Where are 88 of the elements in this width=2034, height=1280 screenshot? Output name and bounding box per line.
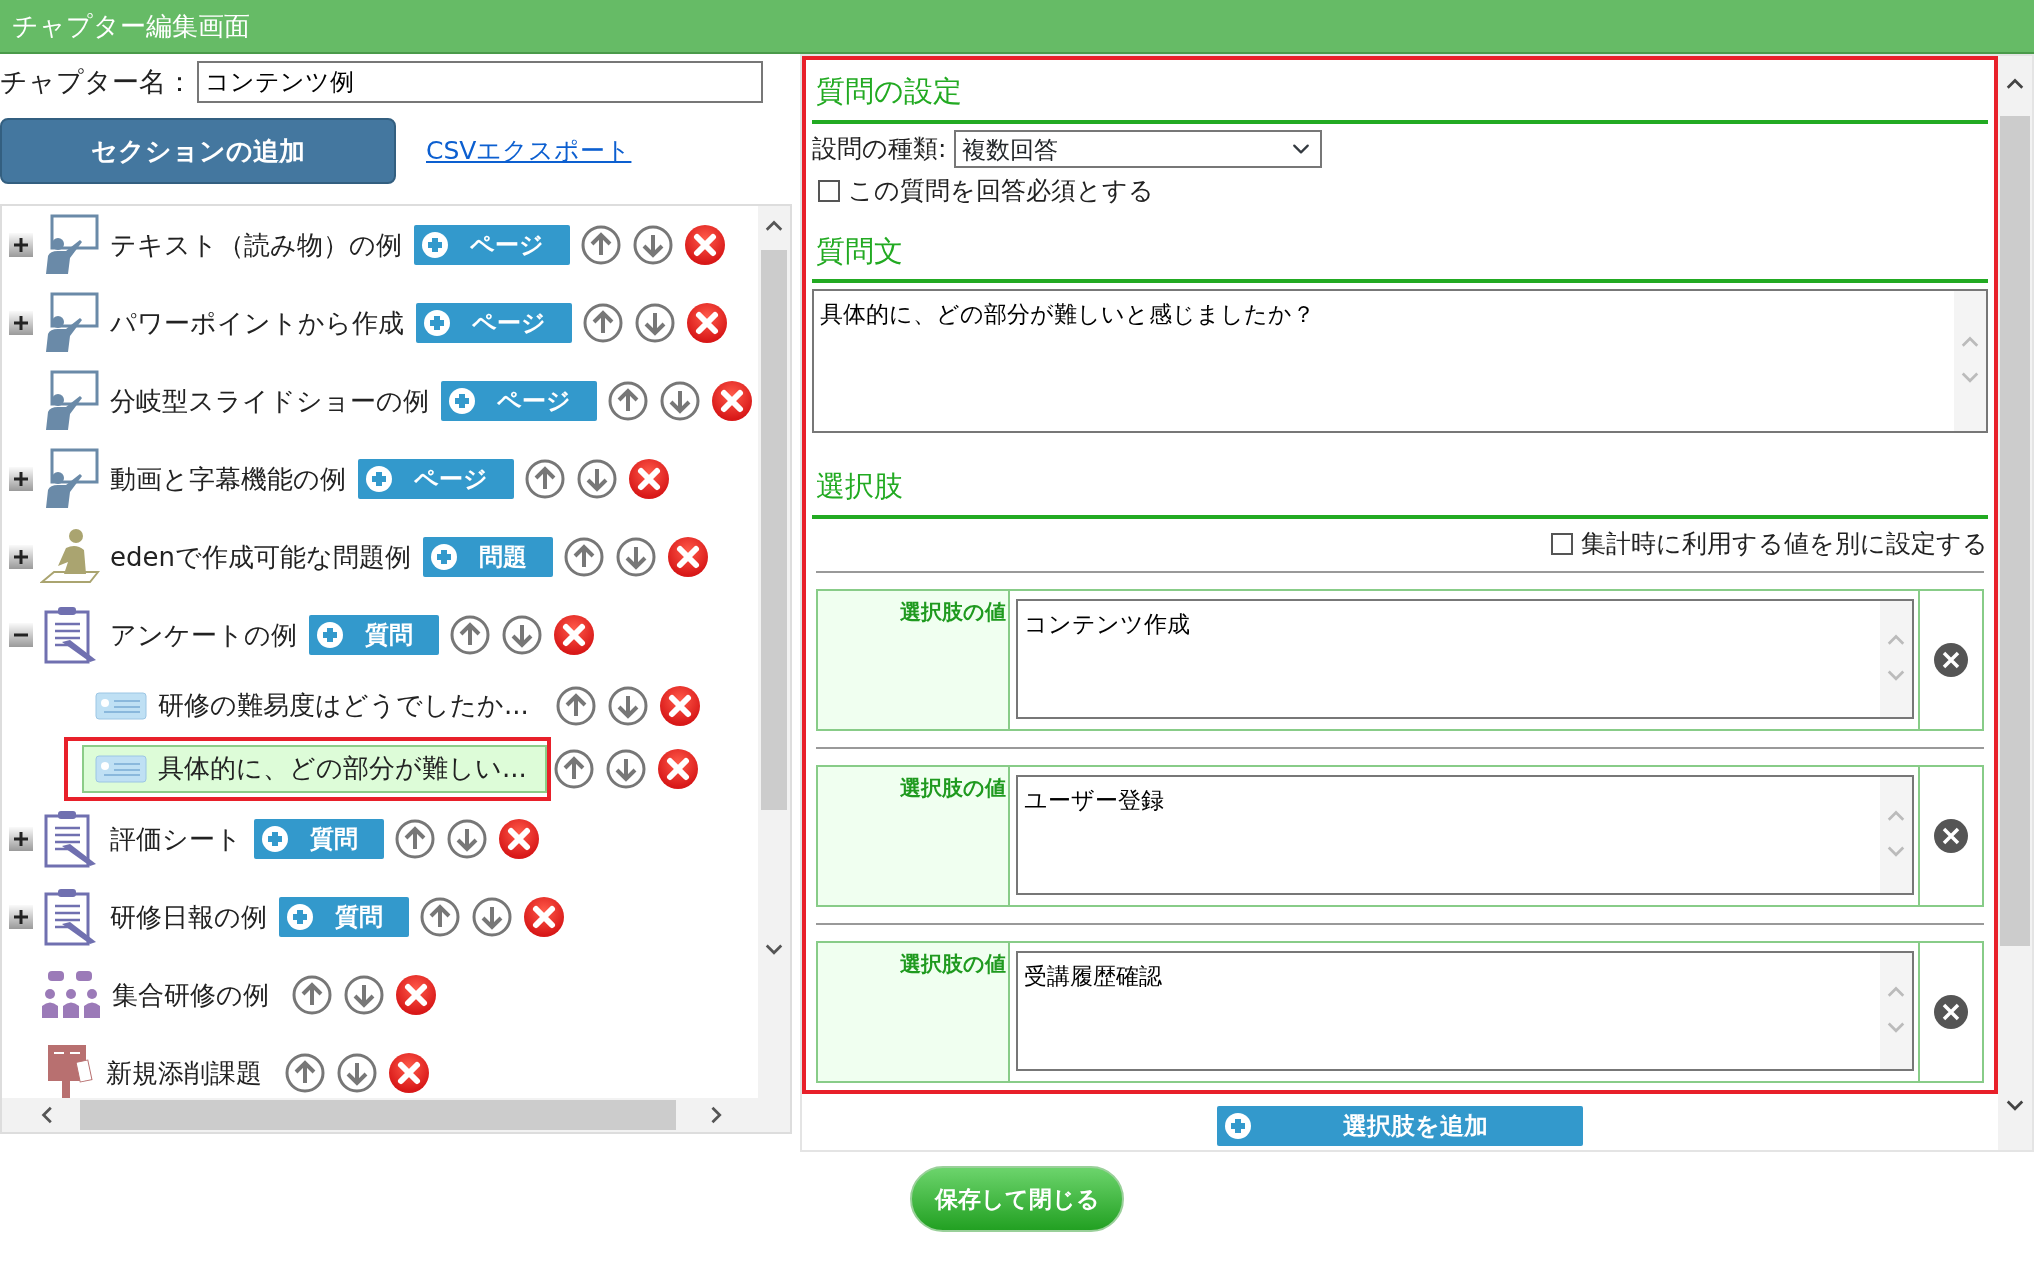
delete-icon[interactable] [395,974,437,1016]
tree-item-label[interactable]: 分岐型スライドショーの例 [110,381,429,421]
field-label: チャプター名： [0,64,193,99]
remove-icon[interactable] [1933,817,1969,854]
plus-icon [285,902,315,932]
tree-item-label[interactable]: 評価シート [110,819,242,859]
question-type-select[interactable]: 複数回答 [954,129,1323,168]
scrollbar-thumb[interactable] [2000,116,2030,946]
delete-icon[interactable] [523,896,565,938]
move-down-icon[interactable] [576,458,618,500]
move-down-icon[interactable] [336,1052,378,1094]
section-heading: 選択肢 [812,459,1988,519]
move-up-icon[interactable] [554,684,597,727]
move-up-icon[interactable] [419,896,461,938]
move-up-icon[interactable] [449,614,491,656]
delete-icon[interactable] [686,302,728,344]
move-up-icon[interactable] [607,380,649,422]
expand-icon[interactable] [8,232,34,258]
people-icon [40,970,102,1020]
chapter-name-field[interactable]: コンテンツ例 [197,61,763,103]
checkbox[interactable] [818,179,840,202]
collapse-icon[interactable] [8,622,34,648]
window-title: チャプター編集画面 [12,9,250,43]
move-down-icon[interactable] [501,614,543,656]
move-up-icon[interactable] [580,224,622,266]
section-heading: 質問の設定 [812,64,1988,124]
field-label: 設問の種類: [812,132,947,165]
tree-item-label[interactable]: アンケートの例 [110,615,297,655]
move-up-icon[interactable] [284,1052,326,1094]
move-up-icon[interactable] [582,302,624,344]
delete-icon[interactable] [553,614,595,656]
move-down-icon[interactable] [632,224,674,266]
checkbox-label: この質問を回答必須とする [848,174,1154,207]
delete-icon[interactable] [684,224,726,266]
add-section-button[interactable]: セクションの追加 [0,118,396,184]
plus-icon [1223,1111,1253,1141]
move-down-icon[interactable] [606,684,649,727]
move-down-icon[interactable] [343,974,385,1016]
plus-icon [364,464,394,494]
plus-icon [315,620,345,650]
scrollbar-thumb[interactable] [761,250,787,810]
move-down-icon[interactable] [471,896,513,938]
delete-icon[interactable] [711,380,753,422]
delete-icon[interactable] [498,818,540,860]
tree-child-item[interactable]: 具体的に、どの部分が難しい... [82,744,547,793]
plus-icon [429,542,459,572]
checkbox-label: 集計時に利用する値を別に設定する [1581,527,1988,560]
move-down-icon[interactable] [604,747,647,790]
tree-item-label[interactable]: 研修日報の例 [110,897,267,937]
tree-item-label[interactable]: edenで作成可能な問題例 [110,537,411,577]
tree-item-label[interactable]: パワーポイントから作成 [110,303,404,343]
move-down-icon[interactable] [634,302,676,344]
move-up-icon[interactable] [524,458,566,500]
choice-label: 選択肢の値 [818,590,1010,729]
section-heading: 質問文 [812,223,1988,283]
delete-icon[interactable] [667,536,709,578]
scrollbar-thumb[interactable] [80,1100,676,1130]
move-up-icon[interactable] [552,747,595,790]
move-down-icon[interactable] [446,818,488,860]
move-up-icon[interactable] [291,974,333,1016]
tree-item-label[interactable]: 集合研修の例 [112,975,269,1015]
remove-icon[interactable] [1933,641,1969,678]
expand-icon[interactable] [8,310,34,336]
plus-icon [447,386,477,416]
expand-icon[interactable] [8,904,34,930]
move-up-icon[interactable] [563,536,605,578]
move-up-icon[interactable] [394,818,436,860]
move-down-icon[interactable] [615,536,657,578]
tree-item-label[interactable]: 新規添削課題 [106,1053,262,1093]
move-down-icon[interactable] [659,380,701,422]
delete-icon[interactable] [388,1052,430,1094]
plus-icon [420,230,450,260]
tree-child-item[interactable]: 研修の難易度はどうでしたか... [82,681,549,730]
delete-icon[interactable] [658,684,701,727]
csv-export-link[interactable]: CSVエクスポート [426,132,632,170]
plus-icon [260,824,290,854]
expand-icon[interactable] [8,826,34,852]
checkbox[interactable] [1551,532,1573,555]
remove-icon[interactable] [1933,993,1969,1030]
expand-icon[interactable] [8,544,34,570]
delete-icon[interactable] [628,458,670,500]
choice-label: 選択肢の値 [818,942,1010,1081]
delete-icon[interactable] [656,747,699,790]
tree-item-label[interactable]: 動画と字幕機能の例 [110,459,346,499]
tree-item-label[interactable]: テキスト（読み物）の例 [110,225,402,265]
plus-icon [422,308,452,338]
expand-icon[interactable] [8,466,34,492]
choice-label: 選択肢の値 [818,766,1010,905]
